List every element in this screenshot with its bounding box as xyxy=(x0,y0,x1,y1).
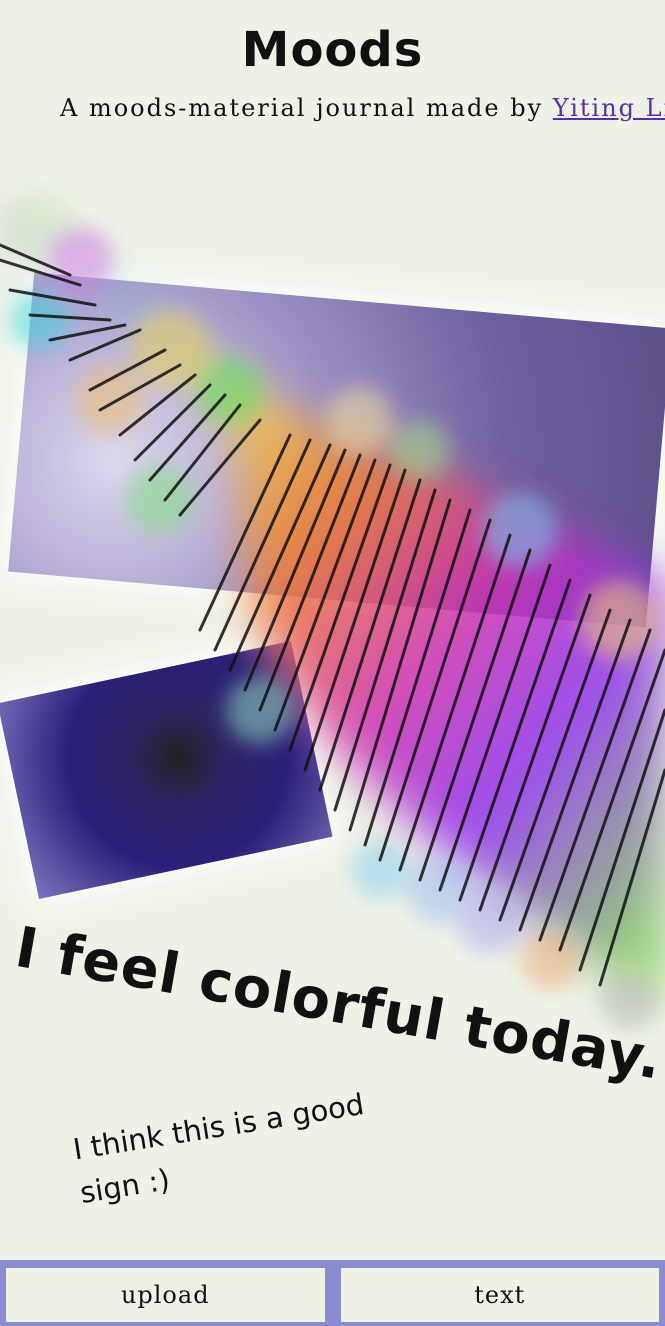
text-button[interactable]: text xyxy=(340,1268,659,1322)
color-brush-stroke xyxy=(0,190,665,1030)
subtitle-text: A moods-material journal made by xyxy=(60,94,553,122)
page-subtitle: A moods-material journal made by Yiting … xyxy=(60,94,665,122)
upload-button[interactable]: upload xyxy=(6,1268,325,1322)
page-title: Moods xyxy=(241,22,424,78)
bottom-toolbar: upload text xyxy=(0,1260,665,1326)
author-link[interactable]: Yiting Liu xyxy=(553,94,665,122)
journal-canvas[interactable] xyxy=(0,150,665,1250)
